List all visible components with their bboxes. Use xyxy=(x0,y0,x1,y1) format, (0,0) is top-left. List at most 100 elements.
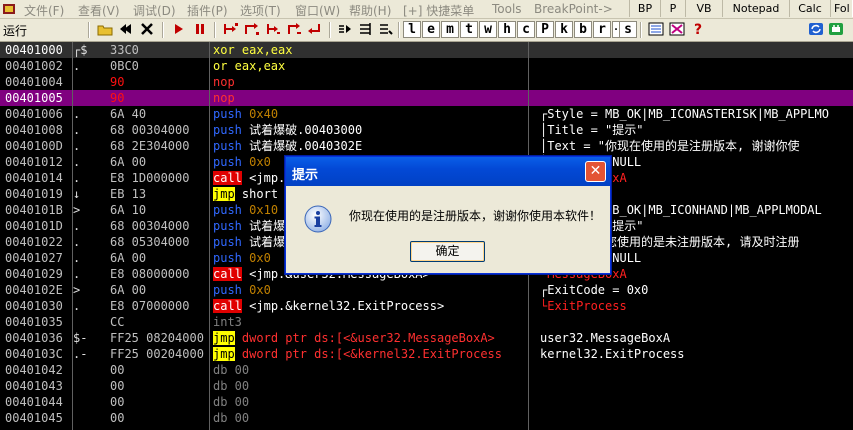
step-over-icon[interactable] xyxy=(243,21,261,38)
mnemonic: call xyxy=(213,267,242,281)
source-button[interactable]: s xyxy=(619,21,637,38)
refresh-icon[interactable] xyxy=(807,21,825,38)
mnemonic: jmp xyxy=(213,187,235,201)
toolbar-separator xyxy=(640,22,642,38)
menu-window[interactable]: 窗口(W) xyxy=(295,2,340,19)
disassembly-row[interactable]: 00401004 90 nop xyxy=(0,74,853,90)
disassembly-cell: db 00 xyxy=(213,395,249,409)
flow-marker: . xyxy=(73,59,81,73)
disassembly-row[interactable]: 00401043 00 db 00 xyxy=(0,378,853,394)
memory-map-button[interactable]: m xyxy=(441,21,459,38)
comment-cell: kernel32.ExitProcess xyxy=(540,347,685,361)
close-program-icon[interactable] xyxy=(138,21,156,38)
pause-icon[interactable] xyxy=(191,21,209,38)
windows-button[interactable]: w xyxy=(479,21,497,38)
trace-icon[interactable] xyxy=(357,21,375,38)
toolbar-separator xyxy=(88,22,90,38)
mnemonic: push xyxy=(213,155,242,169)
disassembly-row[interactable]: 00401044 00 db 00 xyxy=(0,394,853,410)
flow-marker: > xyxy=(73,203,81,217)
help-button[interactable]: ? xyxy=(689,21,707,38)
toolbar-separator xyxy=(214,22,216,38)
plugin-icon[interactable] xyxy=(827,21,845,38)
address-cell: 0040101B xyxy=(5,203,63,217)
vb-button[interactable]: VB xyxy=(685,0,723,17)
hex-dump-cell: 33C0 xyxy=(110,43,139,57)
disassembly-row[interactable]: 00401042 00 db 00 xyxy=(0,362,853,378)
references-button[interactable]: r xyxy=(593,21,611,38)
call-stack-button[interactable]: k xyxy=(555,21,573,38)
menu-shortcut[interactable]: [+] 快捷菜单 xyxy=(403,2,474,19)
instruction: nop xyxy=(213,75,235,89)
disassembly-row[interactable]: 00401005 90 nop xyxy=(0,90,853,106)
message-dialog: 提示 ✕ 你现在使用的是注册版本，谢谢你使用本软件！ 确定 xyxy=(285,156,611,274)
close-icon[interactable]: ✕ xyxy=(585,161,606,182)
flow-marker: . xyxy=(73,171,81,185)
disassembly-cell: push 试着爆破.00403000 xyxy=(213,123,362,137)
restart-icon[interactable] xyxy=(117,21,135,38)
log-window-button[interactable]: l xyxy=(403,21,421,38)
bp-button[interactable]: BP xyxy=(629,0,661,17)
appearance-icon[interactable] xyxy=(647,21,665,38)
disassembly-row[interactable]: 00401036 $- FF25 08204000 jmp dword ptr ds:… xyxy=(0,330,853,346)
disassembly-row[interactable]: 00401000 ┌$ 33C0 xor eax,eax xyxy=(0,42,853,58)
disassembly-row[interactable]: 0040102E >6A 00 push 0x0 ┌ExitCode = 0x0 xyxy=(0,282,853,298)
hex-dump-cell: FF25 00204000 xyxy=(110,347,204,361)
disassembly-cell: push 0x0 xyxy=(213,283,271,297)
threads-button[interactable]: t xyxy=(460,21,478,38)
disassembly-row[interactable]: 00401035 CC int3 xyxy=(0,314,853,330)
address-cell: 00401004 xyxy=(5,75,63,89)
cpu-button[interactable]: c xyxy=(517,21,535,38)
trace-over-icon[interactable] xyxy=(285,21,303,38)
flow-marker: ┌$ xyxy=(73,43,88,57)
disassembly-row[interactable]: 00401006. 6A 40 push 0x40 ┌Style = MB_OK|MB… xyxy=(0,106,853,122)
handles-button[interactable]: h xyxy=(498,21,516,38)
notepad-button[interactable]: Notepad xyxy=(722,0,790,17)
operand: 试着爆破.0040302E xyxy=(249,139,363,153)
hex-dump-cell: CC xyxy=(110,315,125,329)
hex-dump-cell: E8 08000000 xyxy=(110,267,190,281)
disassembly-cell: nop xyxy=(213,91,235,105)
goto-icon[interactable] xyxy=(336,21,354,38)
executable-modules-button[interactable]: e xyxy=(422,21,440,38)
open-icon[interactable] xyxy=(96,21,114,38)
calc-button[interactable]: Calc xyxy=(789,0,831,17)
menu-view[interactable]: 查看(V) xyxy=(78,2,120,19)
menu-debug[interactable]: 调试(D) xyxy=(133,2,176,19)
run-icon[interactable] xyxy=(170,21,188,38)
disassembly-row[interactable]: 0040100D. 68 2E304000 push 试着爆破.0040302E │T… xyxy=(0,138,853,154)
flow-marker: > xyxy=(73,283,81,297)
run-status: 运行 xyxy=(3,24,28,38)
breakpoints-button[interactable]: b xyxy=(574,21,592,38)
disassembly-cell: push 0x40 xyxy=(213,107,278,121)
address-cell: 00401043 xyxy=(5,379,63,393)
disassembly-row[interactable]: 00401045 00 db 00 xyxy=(0,410,853,426)
menu-tools[interactable]: Tools xyxy=(492,2,522,16)
options-icon[interactable] xyxy=(668,21,686,38)
menu-file[interactable]: 文件(F) xyxy=(24,2,64,19)
ok-button[interactable]: 确定 xyxy=(410,241,485,262)
step-into-icon[interactable] xyxy=(222,21,240,38)
menu-options[interactable]: 选项(T) xyxy=(240,2,281,19)
folder-button[interactable]: Fol xyxy=(830,0,853,17)
execute-till-return-icon[interactable] xyxy=(306,21,324,38)
menu-plugins[interactable]: 插件(P) xyxy=(187,2,228,19)
address-cell: 00401027 xyxy=(5,251,63,265)
dialog-titlebar[interactable]: 提示 ✕ xyxy=(286,157,610,186)
comment-cell: └ExitProcess xyxy=(540,299,627,313)
disassembly-row[interactable]: 0040103C .- FF25 00204000 jmp dword ptr ds:… xyxy=(0,346,853,362)
p-button[interactable]: P xyxy=(660,0,686,17)
disassembly-row[interactable]: 00401030. E8 07000000 call <jmp.&kernel32.… xyxy=(0,298,853,314)
menu-help[interactable]: 帮助(H) xyxy=(349,2,391,19)
disassembly-row[interactable]: 00401008. 68 00304000 push 试着爆破.00403000 │T… xyxy=(0,122,853,138)
disassembly-cell: push 0x10 xyxy=(213,203,278,217)
animate-icon[interactable] xyxy=(377,21,395,38)
hex-dump-cell: 00 xyxy=(110,395,125,409)
disassembly-cell: nop xyxy=(213,75,235,89)
operand: 0x0 xyxy=(249,155,271,169)
menu-breakpoint[interactable]: BreakPoint-> xyxy=(534,2,613,16)
trace-into-icon[interactable] xyxy=(264,21,282,38)
patches-button[interactable]: P xyxy=(536,21,554,38)
disassembly-row[interactable]: 00401002. 0BC0 or eax,eax xyxy=(0,58,853,74)
flow-marker: ↓ xyxy=(73,187,81,201)
